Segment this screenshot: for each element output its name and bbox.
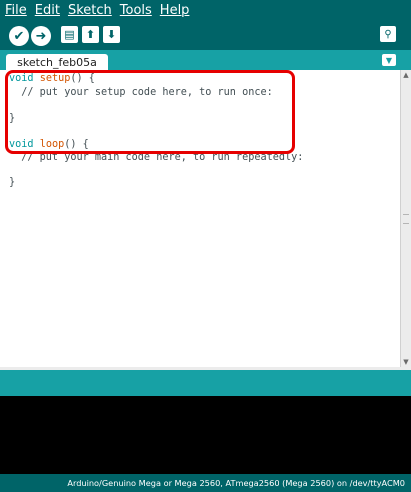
tab-sketch[interactable]: sketch_feb05a <box>6 54 108 70</box>
magnifier-icon: ⚲ <box>384 28 392 40</box>
new-button[interactable]: ▤ <box>61 26 78 43</box>
menu-tools[interactable]: Tools <box>120 3 152 18</box>
highlight-box <box>5 70 295 154</box>
editor-scrollbar[interactable]: ▲ ▼ <box>400 70 411 367</box>
triangle-down-icon: ▼ <box>385 55 393 65</box>
upload-button[interactable]: ➜ <box>31 26 51 46</box>
arrow-right-icon: ➜ <box>35 28 47 44</box>
scroll-up-icon[interactable]: ▲ <box>402 71 410 79</box>
save-button[interactable]: ⬇ <box>103 26 120 43</box>
menu-sketch[interactable]: Sketch <box>68 3 112 18</box>
scroll-grip[interactable] <box>403 214 409 224</box>
arrow-down-icon: ⬇ <box>106 28 117 41</box>
tab-menu-button[interactable]: ▼ <box>382 54 396 66</box>
menu-file[interactable]: File <box>5 3 27 18</box>
verify-button[interactable]: ✔ <box>9 26 29 46</box>
code-line: } <box>9 177 16 188</box>
serial-monitor-button[interactable]: ⚲ <box>380 26 396 42</box>
scroll-down-icon[interactable]: ▼ <box>402 358 410 366</box>
menu-bar: File Edit Sketch Tools Help <box>0 0 411 21</box>
toolbar: ✔ ➜ ▤ ⬆ ⬇ ⚲ <box>0 21 411 50</box>
board-status: Arduino/Genuino Mega or Mega 2560, ATmeg… <box>0 474 411 492</box>
console-output <box>0 396 411 474</box>
open-button[interactable]: ⬆ <box>82 26 99 43</box>
board-label: Arduino/Genuino Mega or Mega 2560, ATmeg… <box>67 478 405 488</box>
menu-help[interactable]: Help <box>160 3 190 18</box>
status-bar <box>0 370 411 396</box>
new-file-icon: ▤ <box>64 28 75 41</box>
tab-bar: sketch_feb05a ▼ <box>0 50 411 70</box>
menu-edit[interactable]: Edit <box>35 3 60 18</box>
arrow-up-icon: ⬆ <box>85 28 96 41</box>
checkmark-icon: ✔ <box>13 28 25 44</box>
